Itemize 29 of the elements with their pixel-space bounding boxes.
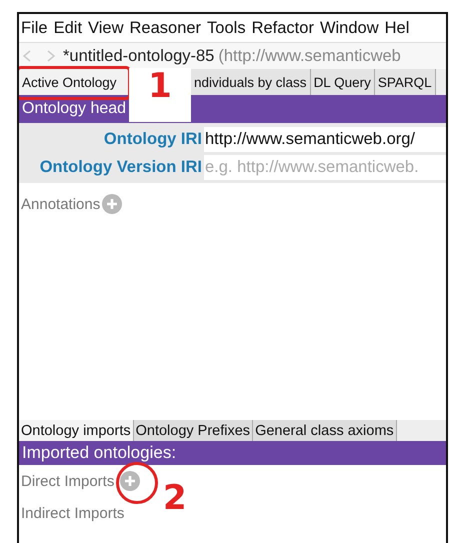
add-icon[interactable] [120,471,140,491]
tab[interactable]: DL Query [310,69,375,95]
menu-item[interactable]: View [88,18,124,38]
tab[interactable]: Ontology imports [19,420,134,441]
callout-number: 2 [163,480,187,516]
tab[interactable]: ndividuals by class [191,69,311,95]
menu-item[interactable]: Refactor [252,18,314,38]
tab[interactable]: Active Ontology [19,69,129,95]
tab[interactable]: SPARQL [374,69,436,95]
field-label: Ontology Version IRI [38,157,203,178]
menu-item[interactable]: File [21,18,48,38]
menu-item[interactable]: Reasoner [130,18,202,38]
section-header: Imported ontologies: [19,441,446,465]
ontology-name: *untitled-ontology-85 [63,46,214,66]
direct-imports-label: Direct Imports [21,472,114,490]
tab[interactable]: General class axioms [253,420,397,441]
menu-item[interactable]: Tools [207,18,246,38]
highlight-circle [116,462,158,504]
tab[interactable]: Ontology Prefixes [134,420,254,441]
indirect-imports-label: Indirect Imports [21,504,124,522]
menu-item[interactable]: Window [320,18,379,38]
iri-field[interactable]: http://www.semanticweb.org/ [204,127,446,152]
ontology-iri: (http://www.semanticweb [218,46,401,66]
menu-item[interactable]: Hel [384,18,410,38]
field-label: Ontology IRI [102,129,203,150]
iri-field[interactable]: e.g. http://www.semanticweb. [204,155,446,180]
annotations-label: Annotations [21,196,100,212]
add-icon[interactable] [102,194,122,214]
menu-item[interactable]: Edit [54,18,82,38]
